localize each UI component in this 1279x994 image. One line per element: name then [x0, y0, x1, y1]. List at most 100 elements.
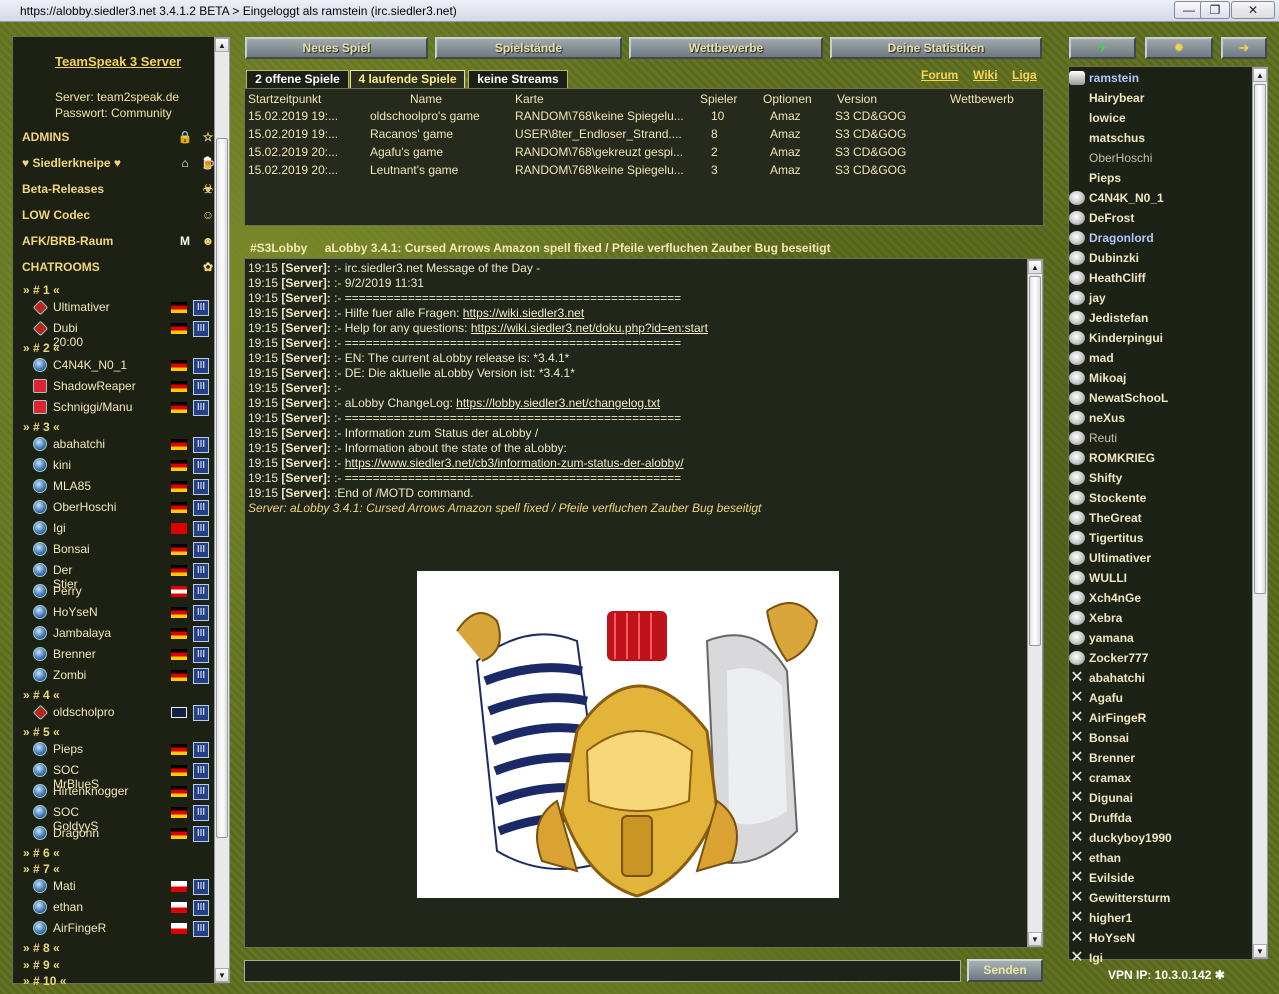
chatroom-8[interactable]: » # 8 « — [23, 941, 60, 955]
close-button[interactable]: ✕ — [1231, 1, 1275, 19]
flag-icon — [171, 807, 187, 818]
chat-line: 19:15 [Server]: :- DE: Die aktuelle aLob… — [248, 366, 575, 381]
games-col-header[interactable]: Spieler — [700, 92, 737, 106]
settings-icon[interactable]: ✹ — [1145, 37, 1213, 59]
flag-icon — [171, 381, 187, 392]
table-row[interactable]: 15.02.2019 19:... Racanos' game USER\8ter_… — [245, 127, 1045, 145]
table-row[interactable]: 15.02.2019 20:... Leutnant's game RANDOM\7… — [245, 163, 1045, 181]
ts-channel-2[interactable]: Beta-Releases ☣ — [22, 182, 213, 200]
user-status-icon — [33, 805, 47, 819]
send-button[interactable]: Senden — [967, 959, 1043, 982]
lobby-user-name: Dragonlord — [1089, 231, 1154, 245]
ts-channel-4[interactable]: AFK/BRB-Raum M ☻ — [22, 234, 214, 252]
chatroom-1[interactable]: » # 1 « — [23, 283, 60, 297]
chat-sender: [Server]: — [281, 321, 331, 335]
table-row[interactable]: 15.02.2019 20:... Agafu's game RANDOM\768\… — [245, 145, 1045, 163]
games-col-header[interactable]: Version — [837, 92, 877, 106]
games-col-header[interactable]: Name — [410, 92, 442, 106]
channel-lock-icon: 🔒 — [177, 130, 193, 144]
maximize-button[interactable]: ❐ — [1200, 1, 1230, 19]
helmet-icon — [1069, 631, 1085, 645]
left-scroll-thumb[interactable] — [216, 138, 228, 838]
chatroom-2[interactable]: » # 2 « — [23, 341, 60, 355]
chatroom-9[interactable]: » # 9 « — [23, 958, 60, 972]
tab-open-games[interactable]: 2 offene Spiele — [246, 70, 349, 88]
ts-user-name: Jambalaya — [53, 626, 112, 640]
user-status-icon — [33, 437, 47, 451]
teamspeak-title[interactable]: TeamSpeak 3 Server — [55, 54, 181, 69]
chat-scroll-down-icon[interactable]: ▼ — [1028, 932, 1042, 946]
chat-time: 19:15 — [248, 471, 279, 485]
helmet-icon — [1069, 191, 1085, 205]
chat-message: :- 9/2/2019 11:31 — [334, 276, 424, 290]
table-cell: S3 CD&GOG — [835, 127, 907, 141]
chat-link[interactable]: https://lobby.siedler3.net/changelog.txt — [456, 396, 660, 410]
chat-line: 19:15 [Server]: :- https://www.siedler3.… — [248, 456, 684, 471]
chat-scroll-up-icon[interactable]: ▲ — [1028, 260, 1042, 274]
chatroom-4[interactable]: » # 4 « — [23, 688, 60, 702]
chat-link[interactable]: https://www.siedler3.net/cb3/information… — [345, 456, 684, 470]
crossed-swords-icon: ✕ — [1070, 769, 1084, 786]
ts-user-name: Hirtenknogger — [53, 784, 129, 798]
scroll-up-arrow-icon[interactable]: ▲ — [215, 38, 229, 52]
games-col-header[interactable]: Optionen — [763, 92, 812, 106]
logout-icon[interactable]: ➜ — [1221, 37, 1267, 59]
userlist-scrollbar[interactable]: ▲ ▼ — [1252, 67, 1268, 959]
chatroom-6[interactable]: » # 6 « — [23, 846, 60, 860]
user-status-icon — [33, 458, 47, 472]
ts-channel-0[interactable]: ADMINS 🔒 ☆ — [22, 130, 213, 148]
tab-running-games[interactable]: 4 laufende Spiele — [350, 70, 465, 88]
channel-lock-icon — [177, 260, 193, 274]
chat-sender: [Server]: — [281, 276, 331, 290]
table-cell: 3 — [711, 163, 718, 177]
wiki-link[interactable]: Wiki — [973, 68, 998, 82]
chat-sender: [Server]: — [281, 456, 331, 470]
userlist-scroll-thumb[interactable] — [1254, 84, 1266, 594]
user-list: ▲ ▼ ramstein Hairybear lowice matschus OberH… — [1068, 66, 1268, 966]
lobby-user-name: Hairybear — [1089, 91, 1145, 105]
chat-input[interactable] — [244, 960, 961, 982]
chat-line: 19:15 [Server]: :- Information about the… — [248, 441, 567, 456]
new-game-button[interactable]: Neues Spiel — [245, 37, 428, 59]
flag-icon — [171, 923, 187, 934]
ts-channel-1[interactable]: ♥ Siedlerkneipe ♥ ⌂ 🍺 — [22, 156, 215, 174]
crossed-swords-icon: ✕ — [1070, 809, 1084, 826]
savegames-button[interactable]: Spielstände — [435, 37, 622, 59]
games-col-header[interactable]: Startzeitpunkt — [248, 92, 321, 106]
statistics-button[interactable]: Deine Statistiken — [830, 37, 1042, 59]
game-icon: III — [193, 321, 209, 337]
chat-scroll-thumb[interactable] — [1029, 276, 1041, 646]
chat-scrollbar[interactable]: ▲ ▼ — [1027, 259, 1043, 947]
userlist-scroll-down-icon[interactable]: ▼ — [1253, 944, 1267, 958]
connect-icon[interactable]: ✈ — [1069, 37, 1136, 59]
flag-icon — [171, 460, 187, 471]
chat-link[interactable]: https://wiki.siedler3.net — [463, 306, 584, 320]
chatroom-7[interactable]: » # 7 « — [23, 862, 60, 876]
flag-icon — [171, 360, 187, 371]
tab-streams[interactable]: keine Streams — [468, 70, 568, 88]
forum-link[interactable]: Forum — [921, 68, 958, 82]
siedler-logo-image — [417, 571, 839, 898]
userlist-scroll-up-icon[interactable]: ▲ — [1253, 68, 1267, 82]
user-status-icon — [33, 584, 47, 598]
chatroom-5[interactable]: » # 5 « — [23, 725, 60, 739]
left-scrollbar[interactable]: ▲ ▼ — [214, 37, 230, 983]
teamspeak-server: Server: team2speak.de — [55, 90, 180, 104]
competitions-button[interactable]: Wettbewerbe — [629, 37, 823, 59]
scroll-down-arrow-icon[interactable]: ▼ — [215, 968, 229, 982]
channel-type-icon: ☣ — [202, 182, 214, 196]
ts-channel-3[interactable]: LOW Codec ☺ — [22, 208, 214, 226]
chat-sender: [Server]: — [281, 291, 331, 305]
lobby-user-name: neXus — [1089, 411, 1126, 425]
chatroom-10[interactable]: » # 10 « — [23, 974, 66, 988]
liga-link[interactable]: Liga — [1012, 68, 1037, 82]
games-col-header[interactable]: Karte — [515, 92, 544, 106]
table-row[interactable]: 15.02.2019 19:... oldschoolpro's game RAND… — [245, 109, 1045, 127]
chat-link[interactable]: https://wiki.siedler3.net/doku.php?id=en… — [471, 321, 708, 335]
chatroom-3[interactable]: » # 3 « — [23, 420, 60, 434]
ts-channel-5[interactable]: CHATROOMS ✿ — [22, 260, 213, 278]
crossed-swords-icon: ✕ — [1070, 709, 1084, 726]
games-col-header[interactable]: Wettbewerb — [950, 92, 1014, 106]
game-icon: III — [193, 300, 209, 316]
chat-sender: [Server]: — [281, 261, 331, 275]
